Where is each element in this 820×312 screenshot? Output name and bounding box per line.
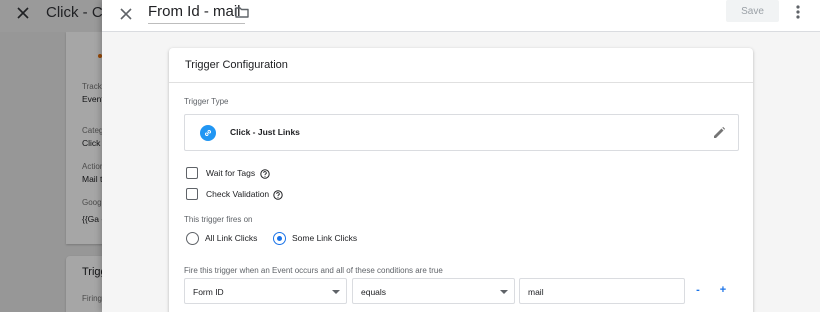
check-validation-label: Check Validation bbox=[206, 189, 270, 199]
add-condition-button[interactable]: + bbox=[717, 284, 729, 298]
trigger-configuration-card: Trigger Configuration Trigger Type Click… bbox=[169, 48, 753, 312]
variable-value: Form ID bbox=[193, 287, 224, 297]
more-vert-icon[interactable] bbox=[790, 2, 806, 22]
wait-for-tags-checkbox[interactable]: Wait for Tags bbox=[186, 167, 306, 181]
radio-button[interactable] bbox=[186, 232, 199, 245]
radio-label: Some Link Clicks bbox=[292, 233, 358, 243]
dim-overlay bbox=[0, 0, 102, 312]
radio-some-link-clicks[interactable]: Some Link Clicks bbox=[273, 232, 373, 246]
save-button[interactable]: Save bbox=[726, 0, 779, 22]
fires-on-label: This trigger fires on bbox=[184, 215, 253, 224]
card-title: Trigger Configuration bbox=[185, 59, 288, 71]
edit-pencil-icon[interactable] bbox=[712, 126, 726, 140]
variable-select[interactable]: Form ID bbox=[184, 278, 347, 304]
radio-button-selected[interactable] bbox=[273, 232, 286, 245]
trigger-type-label: Trigger Type bbox=[184, 97, 229, 106]
condition-value-input[interactable]: mail bbox=[519, 278, 685, 304]
radio-label: All Link Clicks bbox=[205, 233, 258, 243]
divider bbox=[169, 82, 753, 83]
help-icon[interactable] bbox=[260, 169, 270, 179]
radio-all-link-clicks[interactable]: All Link Clicks bbox=[186, 232, 266, 246]
help-icon[interactable] bbox=[273, 190, 283, 200]
close-icon[interactable] bbox=[116, 4, 136, 24]
operator-select[interactable]: equals bbox=[352, 278, 515, 304]
panel-header: From Id - mail Save bbox=[102, 0, 820, 32]
close-icon bbox=[17, 7, 29, 19]
condition-label: Fire this trigger when an Event occurs a… bbox=[184, 266, 443, 275]
remove-condition-button[interactable]: - bbox=[692, 284, 704, 298]
dropdown-arrow-icon bbox=[332, 290, 340, 294]
checkbox-box[interactable] bbox=[186, 188, 198, 200]
trigger-type-selector[interactable]: Click - Just Links bbox=[184, 114, 739, 151]
dropdown-arrow-icon bbox=[500, 290, 508, 294]
folder-icon[interactable] bbox=[234, 4, 250, 20]
link-icon bbox=[200, 125, 216, 141]
trigger-name: From Id - mail bbox=[148, 3, 241, 20]
trigger-type-name: Click - Just Links bbox=[230, 127, 300, 137]
wait-for-tags-label: Wait for Tags bbox=[206, 168, 256, 178]
trigger-name-field[interactable]: From Id - mail bbox=[148, 2, 245, 24]
check-validation-checkbox[interactable]: Check Validation bbox=[186, 188, 306, 202]
trigger-editor-panel: From Id - mail Save Trigger Configuratio… bbox=[102, 0, 820, 312]
operator-value: equals bbox=[361, 287, 387, 297]
condition-value: mail bbox=[528, 287, 544, 297]
checkbox-box[interactable] bbox=[186, 167, 198, 179]
